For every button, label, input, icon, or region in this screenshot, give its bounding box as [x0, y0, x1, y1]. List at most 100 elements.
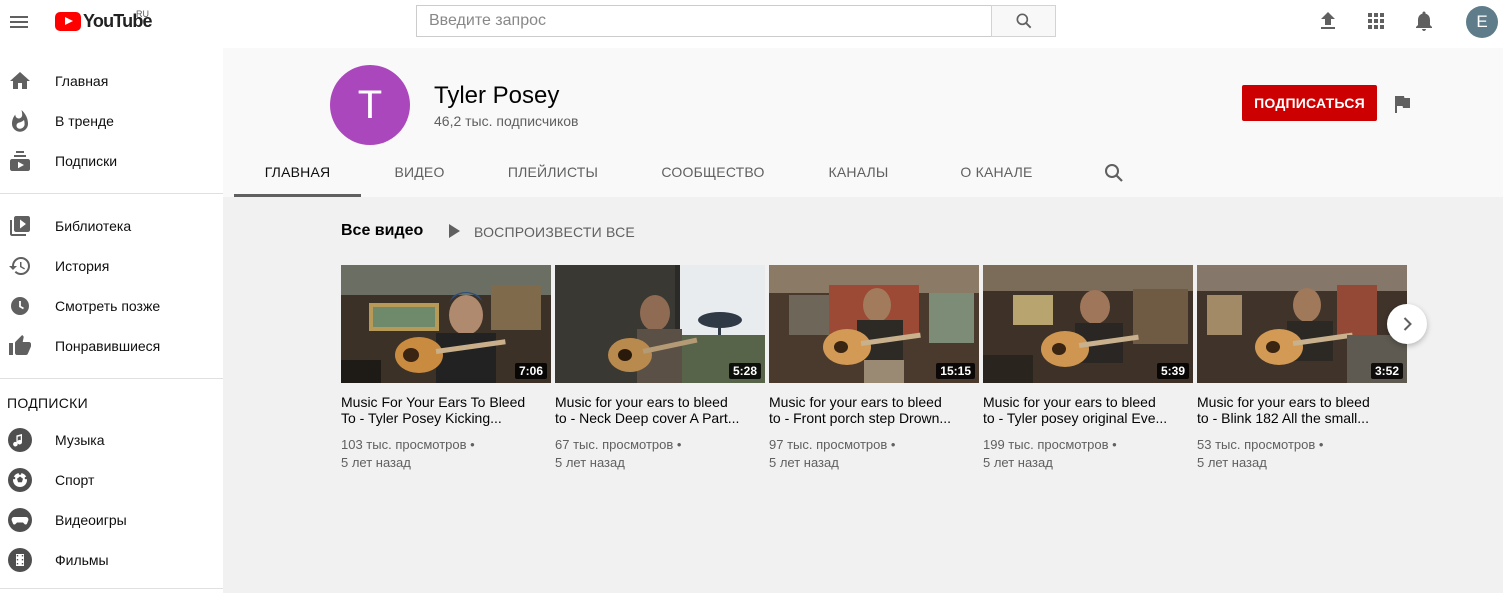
sports-icon [8, 468, 32, 492]
video-title[interactable]: Music for your ears to bleed to - Blink … [1197, 394, 1402, 426]
notifications-bell-icon[interactable] [1412, 9, 1436, 33]
home-icon [10, 72, 30, 89]
video-title-line: to - Neck Deep cover A Part... [555, 410, 740, 426]
video-duration: 3:52 [1370, 363, 1403, 379]
video-title[interactable]: Music For Your Ears To Bleed To - Tyler … [341, 394, 546, 426]
music-icon [8, 428, 32, 452]
sidebar-item-label: Музыка [55, 432, 105, 448]
subscribe-button[interactable]: ПОДПИСАТЬСЯ [1242, 85, 1377, 121]
upload-icon[interactable] [1316, 9, 1340, 33]
sidebar-item-label: Фильмы [55, 552, 109, 568]
video-duration: 5:28 [728, 363, 761, 379]
sidebar-item-subscriptions[interactable]: Подписки [0, 141, 223, 181]
video-title[interactable]: Music for your ears to bleed to - Tyler … [983, 394, 1188, 426]
section-title[interactable]: Все видео [341, 222, 423, 240]
video-card[interactable]: 5:39 Music for your ears to bleed to - T… [983, 265, 1193, 472]
watch-later-icon [11, 297, 29, 315]
video-title-line: Music for your ears to bleed [1197, 394, 1370, 410]
sidebar-divider [0, 378, 223, 379]
sidebar-item-home[interactable]: Главная [0, 61, 223, 101]
sidebar-item-watch-later[interactable]: Смотреть позже [0, 286, 223, 326]
play-all-label: ВОСПРОИЗВЕСТИ ВСЕ [474, 224, 635, 240]
video-card[interactable]: 3:52 Music for your ears to bleed to - B… [1197, 265, 1407, 472]
sidebar-divider [0, 193, 223, 194]
video-views: 53 тыс. просмотров • [1197, 437, 1324, 452]
video-card[interactable]: 5:28 Music for your ears to bleed to - N… [555, 265, 765, 472]
sidebar-item-trending[interactable]: В тренде [0, 101, 223, 141]
video-age: 5 лет назад [769, 455, 839, 470]
video-title[interactable]: Music for your ears to bleed to - Neck D… [555, 394, 760, 426]
sidebar-item-label: В тренде [55, 113, 114, 129]
sidebar-item-library[interactable]: Библиотека [0, 206, 223, 246]
search-icon [1016, 13, 1032, 29]
video-title-line: Music For Your Ears To Bleed [341, 394, 526, 410]
video-views: 67 тыс. просмотров • [555, 437, 682, 452]
video-thumbnail[interactable]: 3:52 [1197, 265, 1407, 383]
video-card[interactable]: 15:15 Music for your ears to bleed to - … [769, 265, 979, 472]
sidebar-item-label: Главная [55, 73, 109, 89]
channel-name: Tyler Posey [434, 82, 560, 109]
video-card[interactable]: 7:06 Music For Your Ears To Bleed To - T… [341, 265, 551, 472]
trending-icon [12, 110, 28, 132]
video-views: 103 тыс. просмотров • [341, 437, 475, 452]
flag-icon[interactable] [1390, 92, 1414, 116]
tab-playlists[interactable]: ПЛЕЙЛИСТЫ [488, 150, 618, 197]
subscriber-count: 46,2 тыс. подписчиков [434, 113, 579, 129]
channel-search-icon[interactable] [1102, 161, 1126, 185]
video-age: 5 лет назад [1197, 455, 1267, 470]
video-title[interactable]: Music for your ears to bleed to - Front … [769, 394, 974, 426]
sidebar-item-gaming[interactable]: Видеоигры [0, 500, 223, 540]
search-box [416, 5, 992, 37]
video-thumbnail[interactable]: 5:28 [555, 265, 765, 383]
sidebar-item-liked[interactable]: Понравившиеся [0, 326, 223, 366]
search-button[interactable] [991, 5, 1056, 37]
play-icon [449, 224, 460, 238]
sidebar: Главная В тренде Подписки Библиотека Ист… [0, 48, 223, 593]
video-age: 5 лет назад [341, 455, 411, 470]
user-avatar[interactable]: E [1466, 6, 1498, 38]
video-duration: 5:39 [1156, 363, 1189, 379]
channel-avatar[interactable]: T [330, 65, 410, 145]
video-title-line: to - Tyler posey original Eve... [983, 410, 1168, 426]
sidebar-item-label: Спорт [55, 472, 95, 488]
menu-icon[interactable] [7, 10, 31, 34]
video-age: 5 лет назад [983, 455, 1053, 470]
channel-header: T Tyler Posey 46,2 тыс. подписчиков ПОДП… [223, 48, 1503, 197]
sidebar-item-label: Смотреть позже [55, 298, 161, 314]
video-title-line: to - Front porch step Drown... [769, 410, 952, 426]
video-age: 5 лет назад [555, 455, 625, 470]
search-input[interactable] [417, 6, 992, 36]
video-title-line: Music for your ears to bleed [769, 394, 942, 410]
video-thumbnail[interactable]: 15:15 [769, 265, 979, 383]
sidebar-item-movies[interactable]: Фильмы [0, 540, 223, 580]
tab-videos[interactable]: ВИДЕО [372, 150, 467, 197]
chevron-right-icon [1403, 317, 1412, 331]
video-thumbnail[interactable]: 7:06 [341, 265, 551, 383]
sidebar-item-label: Понравившиеся [55, 338, 161, 354]
apps-grid-icon[interactable] [1364, 9, 1388, 33]
tab-channels[interactable]: КАНАЛЫ [806, 150, 911, 197]
video-title-line: Music for your ears to bleed [983, 394, 1156, 410]
gaming-icon [8, 508, 32, 532]
sidebar-divider [0, 588, 223, 589]
subscriptions-heading: ПОДПИСКИ [7, 395, 88, 411]
video-title-line: Music for your ears to bleed [555, 394, 728, 410]
sidebar-item-label: Подписки [55, 153, 118, 169]
sidebar-item-history[interactable]: История [0, 246, 223, 286]
video-views: 97 тыс. просмотров • [769, 437, 896, 452]
video-views: 199 тыс. просмотров • [983, 437, 1117, 452]
history-icon [9, 257, 30, 275]
tab-community[interactable]: СООБЩЕСТВО [643, 150, 783, 197]
sidebar-item-label: Библиотека [55, 218, 132, 234]
liked-icon [9, 335, 31, 355]
sidebar-item-label: Видеоигры [55, 512, 127, 528]
sidebar-item-music[interactable]: Музыка [0, 420, 223, 460]
tab-about[interactable]: О КАНАЛЕ [934, 150, 1059, 197]
subscriptions-icon [10, 151, 30, 171]
video-title-line: To - Tyler Posey Kicking... [341, 410, 502, 426]
carousel-next-button[interactable] [1387, 304, 1427, 344]
tab-home[interactable]: ГЛАВНАЯ [234, 150, 361, 197]
sidebar-item-sports[interactable]: Спорт [0, 460, 223, 500]
video-thumbnail[interactable]: 5:39 [983, 265, 1193, 383]
logo-region: RU [136, 9, 149, 19]
